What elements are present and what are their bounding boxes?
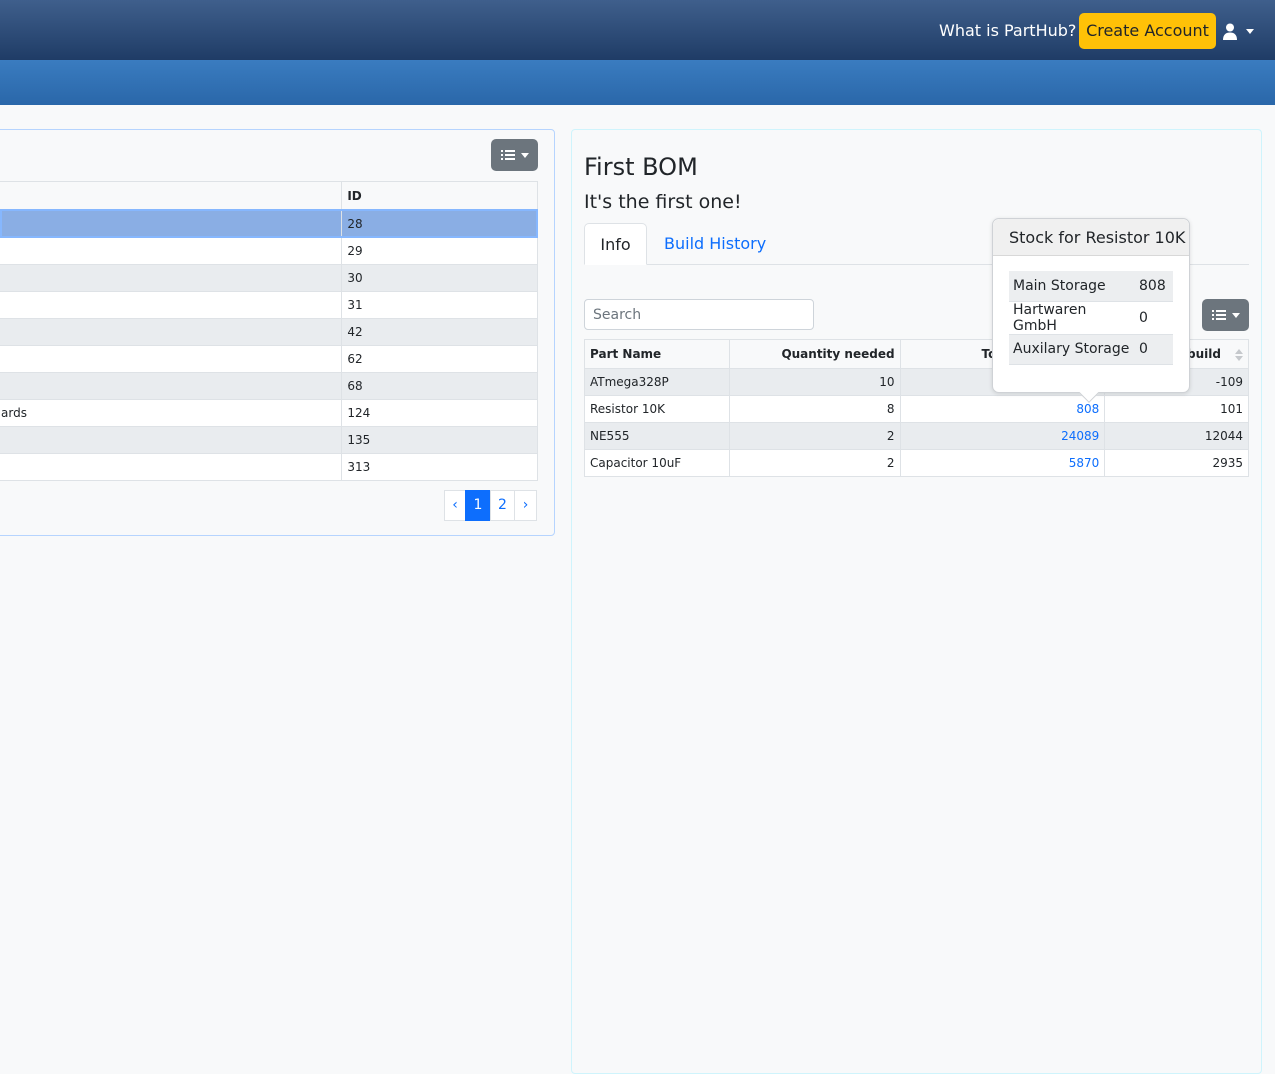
table-row[interactable]: NE555 2 24089 12044 bbox=[584, 422, 1249, 450]
pagination-next[interactable]: › bbox=[514, 490, 537, 521]
table-row[interactable]: Resistor 10K 8 808 101 bbox=[584, 395, 1249, 423]
row-name bbox=[0, 453, 343, 481]
row-name bbox=[0, 264, 343, 292]
row-name bbox=[0, 345, 343, 373]
table-row: Auxilary Storage 0 bbox=[1009, 334, 1173, 365]
column-header-part-name[interactable]: Part Name bbox=[584, 339, 730, 369]
stock-link[interactable]: 5870 bbox=[1069, 456, 1100, 470]
row-id: 62 bbox=[341, 345, 538, 373]
row-name bbox=[0, 426, 343, 454]
top-navbar: What is PartHub? Create Account bbox=[0, 0, 1275, 60]
row-name bbox=[0, 318, 343, 346]
row-id: 31 bbox=[341, 291, 538, 319]
row-name bbox=[0, 372, 343, 400]
can-build-label: build bbox=[1187, 347, 1221, 361]
row-id: 124 bbox=[341, 399, 538, 427]
part-name: Capacitor 10uF bbox=[584, 449, 730, 477]
user-icon bbox=[1223, 23, 1237, 40]
chevron-down-icon bbox=[1232, 313, 1240, 318]
stock-link[interactable]: 24089 bbox=[1061, 429, 1099, 443]
stock-popover: Stock for Resistor 10K Main Storage 808 … bbox=[992, 218, 1190, 403]
storage-quantity: 808 bbox=[1135, 271, 1173, 302]
create-account-button[interactable]: Create Account bbox=[1079, 13, 1216, 49]
secondary-navbar bbox=[0, 60, 1275, 105]
bom-title: First BOM bbox=[584, 153, 698, 181]
quantity-needed: 10 bbox=[728, 368, 901, 396]
table-row[interactable]: 135 bbox=[0, 426, 538, 454]
column-header-quantity-needed[interactable]: Quantity needed bbox=[728, 339, 901, 369]
table-row[interactable]: ards 124 bbox=[0, 399, 538, 427]
can-build: 2935 bbox=[1104, 449, 1249, 477]
what-is-parthub-link[interactable]: What is PartHub? bbox=[939, 20, 1076, 42]
tab-build-history[interactable]: Build History bbox=[664, 223, 766, 265]
pagination-prev[interactable]: ‹ bbox=[444, 490, 466, 521]
bom-list-table: ID 28 29 30 31 42 62 68 ards 124 135 313 bbox=[0, 181, 538, 481]
quantity-needed: 2 bbox=[728, 449, 901, 477]
quantity-needed: 2 bbox=[728, 422, 901, 450]
sort-icon bbox=[1235, 348, 1243, 361]
storage-location: Auxilary Storage bbox=[1009, 334, 1135, 365]
table-row[interactable]: 30 bbox=[0, 264, 538, 292]
storage-quantity: 0 bbox=[1135, 334, 1173, 365]
chevron-down-icon bbox=[521, 153, 529, 158]
row-id: 68 bbox=[341, 372, 538, 400]
storage-location: Main Storage bbox=[1009, 271, 1135, 302]
columns-toggle-button[interactable] bbox=[491, 139, 538, 171]
table-row[interactable]: 68 bbox=[0, 372, 538, 400]
row-id: 42 bbox=[341, 318, 538, 346]
table-row[interactable]: 31 bbox=[0, 291, 538, 319]
row-name bbox=[0, 237, 343, 265]
table-row[interactable]: 29 bbox=[0, 237, 538, 265]
table-row[interactable]: 62 bbox=[0, 345, 538, 373]
table-row[interactable]: 28 bbox=[0, 210, 538, 238]
row-id: 28 bbox=[341, 210, 538, 238]
can-build: 12044 bbox=[1104, 422, 1249, 450]
stock-locations-table: Main Storage 808 Hartwaren GmbH 0 Auxila… bbox=[1009, 271, 1173, 365]
user-menu-dropdown[interactable] bbox=[1222, 20, 1256, 44]
part-name: Resistor 10K bbox=[584, 395, 730, 423]
column-header-name[interactable] bbox=[0, 181, 343, 211]
table-row: Main Storage 808 bbox=[1009, 271, 1173, 302]
row-name bbox=[0, 291, 343, 319]
row-id: 30 bbox=[341, 264, 538, 292]
row-id: 135 bbox=[341, 426, 538, 454]
pagination-page-2[interactable]: 2 bbox=[490, 490, 515, 521]
list-icon bbox=[501, 150, 515, 160]
search-input[interactable] bbox=[584, 299, 814, 330]
bom-description: It's the first one! bbox=[584, 191, 742, 213]
table-row[interactable]: 313 bbox=[0, 453, 538, 481]
row-id: 29 bbox=[341, 237, 538, 265]
list-icon bbox=[1212, 310, 1226, 320]
column-header-id[interactable]: ID bbox=[341, 181, 538, 211]
part-name: ATmega328P bbox=[584, 368, 730, 396]
row-name bbox=[0, 210, 343, 238]
row-name: ards bbox=[0, 399, 343, 427]
can-build: 101 bbox=[1104, 395, 1249, 423]
stock-link[interactable]: 808 bbox=[1076, 402, 1099, 416]
table-row[interactable]: Capacitor 10uF 2 5870 2935 bbox=[584, 449, 1249, 477]
columns-toggle-button[interactable] bbox=[1202, 299, 1249, 331]
table-row: Hartwaren GmbH 0 bbox=[1009, 301, 1173, 335]
table-row[interactable]: 42 bbox=[0, 318, 538, 346]
pagination-page-1[interactable]: 1 bbox=[465, 490, 491, 521]
popover-title: Stock for Resistor 10K bbox=[993, 219, 1189, 256]
row-id: 313 bbox=[341, 453, 538, 481]
part-name: NE555 bbox=[584, 422, 730, 450]
tab-info[interactable]: Info bbox=[584, 223, 647, 265]
storage-quantity: 0 bbox=[1135, 301, 1173, 335]
quantity-needed: 8 bbox=[728, 395, 901, 423]
chevron-down-icon bbox=[1246, 29, 1254, 34]
pagination: ‹ 1 2 › bbox=[444, 490, 537, 521]
storage-location: Hartwaren GmbH bbox=[1009, 301, 1135, 335]
